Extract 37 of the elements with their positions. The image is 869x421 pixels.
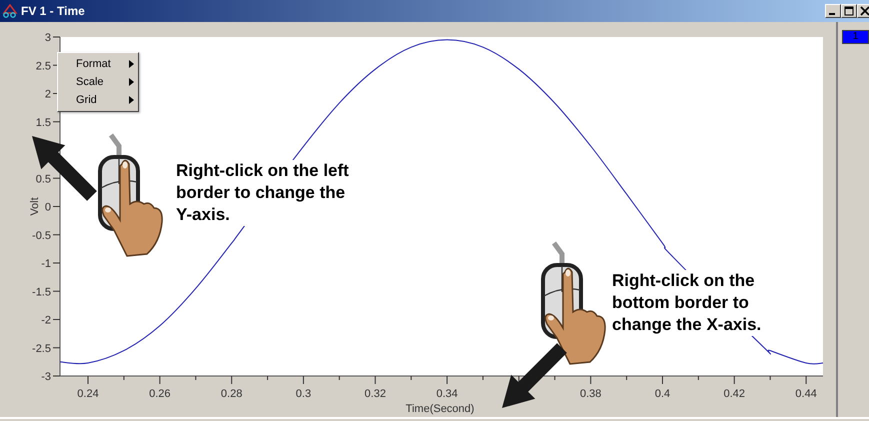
y-tick-label: -0.5 [32, 230, 51, 242]
y-tick-label: -2.5 [32, 342, 51, 355]
channel-indicator: 1 [842, 30, 869, 44]
window-title: FV 1 - Time [21, 4, 86, 18]
close-icon [860, 6, 869, 16]
x-tick-label: 0.26 [149, 388, 171, 400]
y-tick-label: 2.5 [36, 60, 51, 72]
y-tick-label: -1.5 [32, 286, 51, 298]
y-tick-label: 2 [44, 88, 51, 100]
x-tick-label: 0.32 [364, 388, 386, 400]
x-tick-label: 0.28 [220, 388, 242, 400]
menu-item[interactable]: Format [58, 55, 138, 73]
x-axis-title: Time(Second) [406, 403, 474, 415]
y-tick-label: 0 [44, 202, 51, 214]
y-tick-label: -1 [41, 258, 51, 270]
close-button[interactable] [857, 4, 869, 18]
y-tick-label: 0.5 [36, 173, 51, 186]
minimize-icon [828, 13, 834, 15]
y-tick-label: 3 [44, 32, 51, 44]
y-tick-label: -2 [41, 314, 51, 326]
y-tick-label: 1.5 [36, 116, 51, 129]
y-tick-label: -3 [41, 371, 51, 383]
menu-item[interactable]: Grid [58, 91, 138, 109]
x-tick-label: 0.34 [436, 388, 458, 400]
pointer-arrow [500, 340, 570, 410]
menu-item[interactable]: Scale [58, 73, 138, 91]
x-tick-label: 0.4 [654, 388, 670, 400]
x-tick-label: 0.3 [296, 388, 312, 400]
x-tick-label: 0.44 [795, 388, 817, 400]
x-tick-label: 0.38 [580, 388, 602, 400]
minimize-button[interactable] [825, 4, 841, 18]
x-tick-label: 0.42 [724, 388, 746, 400]
y-axis-title: Volt [29, 197, 41, 216]
app-icon [2, 4, 18, 18]
maximize-button[interactable] [841, 4, 857, 18]
maximize-icon [844, 6, 854, 16]
x-tick-label: 0.24 [77, 388, 99, 400]
